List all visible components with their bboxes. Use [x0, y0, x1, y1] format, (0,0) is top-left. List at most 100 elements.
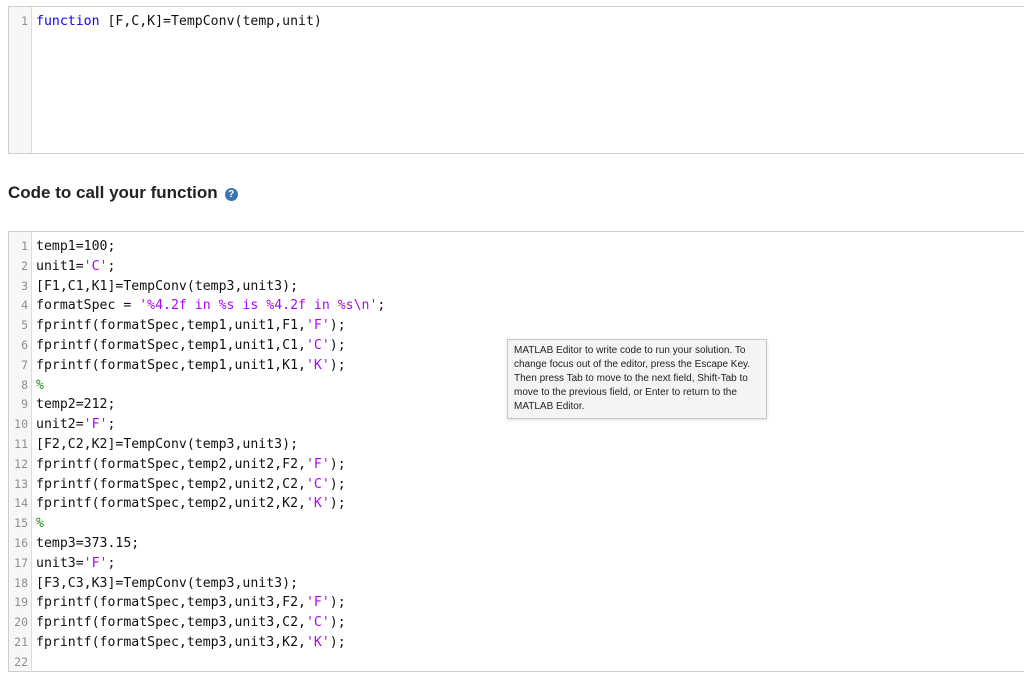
- line-code[interactable]: fprintf(formatSpec,temp1,unit1,K1,'K');: [36, 356, 346, 376]
- code-line[interactable]: 15%: [9, 514, 1024, 534]
- call-code-editor[interactable]: 1 temp1=100; 2 unit1='C'; 3 [F1,C1,K1]=TempCo…: [8, 231, 1024, 672]
- code-token: ;: [377, 298, 386, 314]
- line-code[interactable]: [F2,C2,K2]=TempConv(temp3,unit3);: [36, 435, 298, 455]
- string-token: 'C': [305, 615, 330, 631]
- line-code[interactable]: temp1=100;: [36, 237, 115, 257]
- code-line[interactable]: 1 temp1=100;: [9, 237, 1024, 257]
- code-line[interactable]: 20 fprintf(formatSpec,temp3,unit3,C2,'C')…: [9, 613, 1024, 633]
- line-code[interactable]: formatSpec = '%4.2f in %s is %4.2f in %s…: [36, 296, 385, 316]
- code-line[interactable]: 1 function [F,C,K]=TempConv(temp,unit): [9, 12, 1024, 32]
- line-code[interactable]: %: [36, 376, 44, 396]
- code-line[interactable]: 18 [F3,C3,K3]=TempConv(temp3,unit3);: [9, 574, 1024, 594]
- line-code[interactable]: temp2=212;: [36, 395, 115, 415]
- comment-token: %: [36, 516, 44, 532]
- code-line[interactable]: 21 fprintf(formatSpec,temp3,unit3,K2,'K')…: [9, 633, 1024, 653]
- code-line[interactable]: 4 formatSpec = '%4.2f in %s is %4.2f in %…: [9, 296, 1024, 316]
- string-token: 'K': [305, 357, 330, 373]
- line-code[interactable]: fprintf(formatSpec,temp2,unit2,C2,'C');: [36, 475, 346, 495]
- line-code[interactable]: fprintf(formatSpec,temp1,unit1,F1,'F');: [36, 316, 346, 336]
- line-number: 2: [21, 258, 28, 273]
- string-token: 'C': [305, 476, 330, 492]
- code-token: fprintf(formatSpec,temp2,unit2,K2,: [36, 496, 306, 512]
- line-code[interactable]: %: [36, 514, 44, 534]
- code-token: );: [329, 476, 346, 492]
- code-token: unit3=: [36, 555, 84, 571]
- keyword-token: function: [36, 14, 100, 29]
- line-code[interactable]: temp3=373.15;: [36, 534, 139, 554]
- line-number: 17: [14, 555, 28, 570]
- code-line[interactable]: 2 unit1='C';: [9, 257, 1024, 277]
- string-token: 'C': [305, 337, 330, 353]
- code-token: temp2=212;: [36, 397, 116, 413]
- section-title: Code to call your function: [8, 183, 218, 202]
- code-token: [F2,C2,K2]=TempConv(temp3,unit3);: [36, 436, 299, 452]
- line-number: 20: [14, 615, 28, 630]
- code-line[interactable]: 16 temp3=373.15;: [9, 534, 1024, 554]
- code-line[interactable]: 14 fprintf(formatSpec,temp2,unit2,K2,'K')…: [9, 494, 1024, 514]
- line-code[interactable]: unit2='F';: [36, 415, 115, 435]
- code-token: [F3,C3,K3]=TempConv(temp3,unit3);: [36, 575, 299, 591]
- line-code[interactable]: fprintf(formatSpec,temp2,unit2,F2,'F');: [36, 455, 346, 475]
- line-code[interactable]: [F1,C1,K1]=TempConv(temp3,unit3);: [36, 277, 298, 297]
- code-line[interactable]: 3 [F1,C1,K1]=TempConv(temp3,unit3);: [9, 277, 1024, 297]
- line-number: 11: [14, 436, 28, 451]
- line-code[interactable]: fprintf(formatSpec,temp2,unit2,K2,'K');: [36, 494, 346, 514]
- code-token: ;: [107, 417, 116, 433]
- function-code-lines[interactable]: 1 function [F,C,K]=TempConv(temp,unit): [9, 12, 1024, 32]
- code-line[interactable]: 11 [F2,C2,K2]=TempConv(temp3,unit3);: [9, 435, 1024, 455]
- line-number: 12: [14, 456, 28, 471]
- code-token: );: [329, 615, 346, 631]
- code-line[interactable]: 17 unit3='F';: [9, 554, 1024, 574]
- code-token: fprintf(formatSpec,temp1,unit1,C1,: [36, 337, 306, 353]
- line-number: 6: [21, 337, 28, 352]
- code-line[interactable]: 12 fprintf(formatSpec,temp2,unit2,F2,'F')…: [9, 455, 1024, 475]
- line-number: 16: [14, 535, 28, 550]
- code-line[interactable]: 19 fprintf(formatSpec,temp3,unit3,F2,'F')…: [9, 593, 1024, 613]
- line-number: 18: [14, 575, 28, 590]
- code-token: );: [329, 318, 346, 334]
- code-token: ;: [107, 555, 116, 571]
- line-number: 19: [14, 595, 28, 610]
- code-token: );: [329, 634, 346, 650]
- string-token: 'F': [83, 555, 108, 571]
- code-token: fprintf(formatSpec,temp3,unit3,C2,: [36, 615, 306, 631]
- code-token: [F1,C1,K1]=TempConv(temp3,unit3);: [36, 278, 299, 294]
- line-number: 14: [14, 496, 28, 511]
- string-token: '%4.2f in %s is %4.2f in %s\n': [139, 298, 378, 314]
- line-number: 3: [21, 278, 28, 293]
- line-code[interactable]: fprintf(formatSpec,temp3,unit3,F2,'F');: [36, 593, 346, 613]
- line-code[interactable]: fprintf(formatSpec,temp3,unit3,C2,'C');: [36, 613, 346, 633]
- code-token: formatSpec =: [36, 298, 140, 314]
- code-line[interactable]: 5 fprintf(formatSpec,temp1,unit1,F1,'F');: [9, 316, 1024, 336]
- line-number: 10: [14, 417, 28, 432]
- code-token: );: [329, 595, 346, 611]
- line-number: 15: [14, 516, 28, 531]
- line-number: 9: [21, 397, 28, 412]
- string-token: 'C': [83, 258, 108, 274]
- function-editor[interactable]: 1 function [F,C,K]=TempConv(temp,unit): [8, 6, 1024, 154]
- code-line[interactable]: 22: [9, 653, 1024, 671]
- code-token: );: [329, 337, 346, 353]
- code-token: ;: [107, 258, 116, 274]
- code-token: unit1=: [36, 258, 84, 274]
- line-number: 13: [14, 476, 28, 491]
- line-number: 1: [21, 239, 28, 253]
- line-number: 4: [21, 298, 28, 313]
- line-code[interactable]: fprintf(formatSpec,temp3,unit3,K2,'K');: [36, 633, 346, 653]
- line-code[interactable]: function [F,C,K]=TempConv(temp,unit): [36, 12, 322, 32]
- help-icon[interactable]: ?: [224, 188, 238, 201]
- line-code[interactable]: [F3,C3,K3]=TempConv(temp3,unit3);: [36, 574, 298, 594]
- line-number: 7: [21, 357, 28, 372]
- line-number: 5: [21, 318, 28, 333]
- line-code[interactable]: unit1='C';: [36, 257, 115, 277]
- call-code-lines[interactable]: 1 temp1=100; 2 unit1='C'; 3 [F1,C1,K1]=TempCo…: [9, 237, 1024, 671]
- string-token: 'F': [305, 318, 330, 334]
- comment-token: %: [36, 377, 44, 393]
- code-token: );: [329, 456, 346, 472]
- line-code[interactable]: fprintf(formatSpec,temp1,unit1,C1,'C');: [36, 336, 346, 356]
- line-code[interactable]: unit3='F';: [36, 554, 115, 574]
- code-token: fprintf(formatSpec,temp3,unit3,K2,: [36, 634, 306, 650]
- code-token: temp3=373.15;: [36, 535, 140, 551]
- code-line[interactable]: 13 fprintf(formatSpec,temp2,unit2,C2,'C')…: [9, 475, 1024, 495]
- line-number: 22: [14, 654, 28, 669]
